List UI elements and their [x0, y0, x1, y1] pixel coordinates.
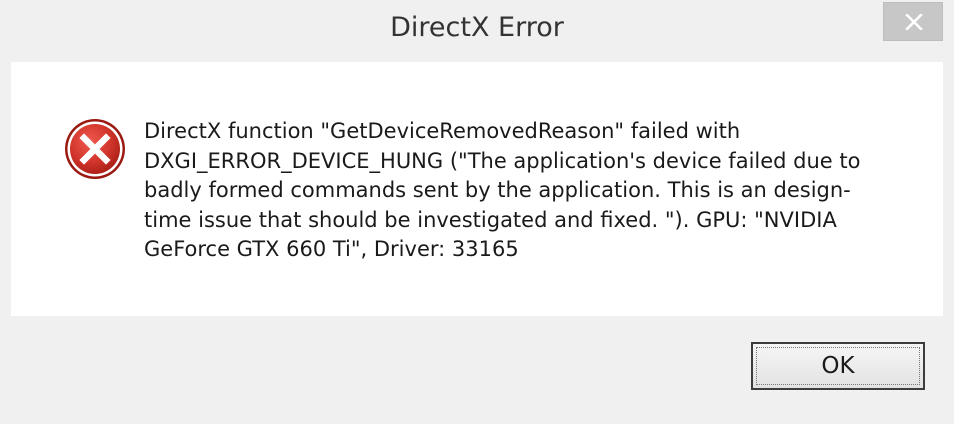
ok-button-label: OK	[821, 353, 855, 379]
ok-button[interactable]: OK	[751, 342, 925, 390]
title-bar[interactable]: DirectX Error	[0, 0, 954, 62]
close-icon	[905, 14, 923, 30]
dialog-window: DirectX Error DirectX function "GetDevic…	[0, 0, 954, 424]
dialog-content: DirectX function "GetDeviceRemovedReason…	[11, 62, 943, 316]
close-button[interactable]	[883, 2, 943, 41]
error-icon	[65, 119, 125, 179]
window-title: DirectX Error	[390, 12, 564, 43]
error-message: DirectX function "GetDeviceRemovedReason…	[144, 119, 861, 261]
